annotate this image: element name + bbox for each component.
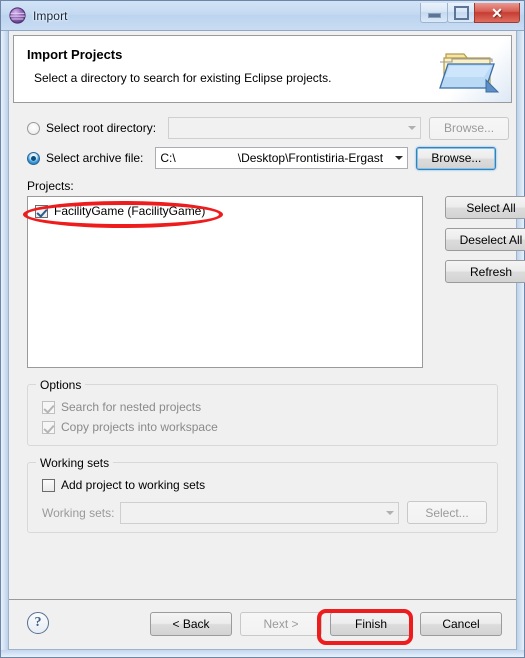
chevron-down-icon-root[interactable] — [403, 118, 420, 138]
archive-file-combo[interactable]: C:\ \Desktop\Frontistiria-Ergast — [155, 147, 409, 169]
window-frame-right — [517, 1, 524, 657]
copy-projects-checkbox[interactable] — [42, 420, 55, 434]
project-name: FacilityGame (FacilityGame) — [54, 204, 206, 218]
dialog-body: Import Projects Select a directory to se… — [8, 31, 525, 650]
option-search-nested-row[interactable]: Search for nested projects — [42, 397, 487, 417]
dialog-footer: ? < Back Next > Finish Cancel — [9, 599, 516, 649]
options-group-title: Options — [36, 378, 86, 392]
select-all-button[interactable]: Select All — [445, 196, 525, 219]
working-sets-group-title: Working sets — [36, 456, 114, 470]
window-frame-left — [1, 1, 8, 657]
options-group: Options Search for nested projects Copy … — [27, 378, 498, 446]
copy-projects-label: Copy projects into workspace — [61, 420, 218, 434]
browse-archive-file-button[interactable]: Browse... — [416, 146, 497, 170]
root-directory-row: Select root directory: Browse... — [13, 115, 512, 141]
root-directory-combo[interactable] — [168, 117, 422, 139]
open-folder-icon — [436, 44, 502, 96]
title-bar: Import ✕ — [1, 1, 524, 31]
browse-root-directory-button[interactable]: Browse... — [429, 116, 510, 140]
add-to-working-sets-checkbox[interactable] — [42, 478, 55, 492]
finish-button[interactable]: Finish — [330, 612, 412, 636]
page-description: Select a directory to search for existin… — [34, 71, 332, 85]
page-title: Import Projects — [27, 47, 123, 62]
radio-select-archive-file[interactable] — [27, 151, 40, 165]
archive-path-prefix: C:\ — [160, 151, 176, 165]
projects-side-buttons: Select All Deselect All Refresh — [445, 196, 525, 283]
wizard-banner: Import Projects Select a directory to se… — [13, 35, 512, 103]
chevron-down-icon-working-sets[interactable] — [381, 503, 398, 523]
help-icon[interactable]: ? — [27, 612, 49, 634]
projects-label: Projects: — [27, 179, 74, 193]
projects-area: FacilityGame (FacilityGame) Select All D… — [27, 196, 525, 368]
maximize-button[interactable] — [447, 3, 475, 23]
project-checkbox[interactable] — [35, 204, 48, 218]
root-directory-label: Select root directory: — [46, 121, 157, 135]
working-sets-field-row: Working sets: Select... — [42, 501, 487, 524]
close-icon: ✕ — [491, 4, 503, 21]
next-button[interactable]: Next > — [240, 612, 322, 636]
projects-listbox[interactable]: FacilityGame (FacilityGame) — [27, 196, 423, 368]
working-sets-combo[interactable] — [120, 501, 399, 524]
select-working-sets-button[interactable]: Select... — [407, 501, 487, 524]
working-sets-field-label: Working sets: — [42, 505, 115, 520]
back-button[interactable]: < Back — [150, 612, 232, 636]
working-sets-group: Working sets Add project to working sets… — [27, 456, 498, 533]
archive-path-suffix: \Desktop\Frontistiria-Ergast — [237, 151, 384, 165]
cancel-button[interactable]: Cancel — [420, 612, 502, 636]
search-nested-projects-checkbox[interactable] — [42, 400, 55, 414]
option-copy-projects-row[interactable]: Copy projects into workspace — [42, 417, 487, 437]
import-dialog-window: Import ✕ Import Projects Select a direct… — [0, 0, 525, 658]
window-title: Import — [33, 8, 68, 23]
add-to-working-sets-label: Add project to working sets — [61, 478, 206, 492]
refresh-button[interactable]: Refresh — [445, 260, 525, 283]
minimize-button[interactable] — [420, 3, 448, 23]
close-button[interactable]: ✕ — [474, 3, 520, 23]
eclipse-sphere-icon — [9, 7, 26, 24]
deselect-all-button[interactable]: Deselect All — [445, 228, 525, 251]
wizard-content: Select root directory: Browse... Select … — [13, 105, 525, 599]
footer-buttons: < Back Next > Finish Cancel — [150, 612, 502, 636]
window-frame-bottom — [1, 650, 524, 657]
search-nested-projects-label: Search for nested projects — [61, 400, 202, 414]
chevron-down-icon-archive[interactable] — [390, 148, 407, 168]
archive-file-label: Select archive file: — [46, 151, 144, 165]
add-to-working-sets-row[interactable]: Add project to working sets — [42, 475, 487, 495]
list-item[interactable]: FacilityGame (FacilityGame) — [35, 204, 205, 218]
radio-select-root-directory[interactable] — [27, 121, 40, 135]
archive-file-row: Select archive file: C:\ \Desktop\Fronti… — [13, 145, 512, 171]
window-controls: ✕ — [420, 3, 520, 23]
